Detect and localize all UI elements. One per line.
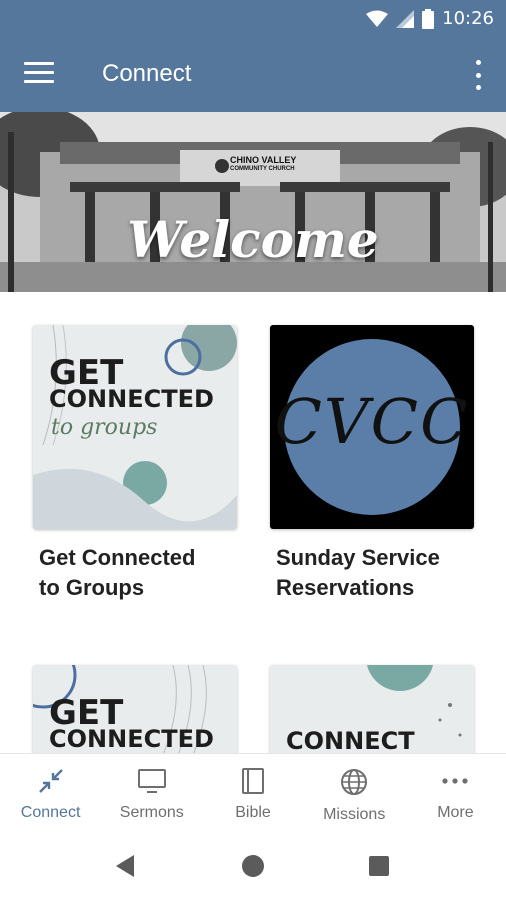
battery-icon — [422, 8, 435, 29]
back-icon[interactable] — [116, 855, 136, 877]
home-icon[interactable] — [242, 855, 264, 877]
cvcc-logo-thumbnail: CVCC — [270, 325, 474, 529]
card-title: Sunday Service Reservations — [270, 543, 474, 603]
status-icons: 10:26 — [366, 8, 494, 29]
nav-label: Connect — [20, 804, 81, 821]
welcome-title: Welcome — [127, 210, 379, 269]
card-get-connected-to-groups[interactable]: GET CONNECTED to groups Get Connected to… — [33, 325, 237, 603]
content-grid: GET CONNECTED to groups Get Connected to… — [0, 292, 506, 753]
nav-item-more[interactable]: More — [405, 754, 506, 833]
card-title-line-2: to Groups — [39, 575, 145, 600]
app-bar: Connect — [0, 38, 506, 112]
card-connect[interactable]: CONNECT — [270, 665, 474, 753]
card-title-line-1: Sunday Service — [276, 545, 440, 570]
nav-label: More — [437, 804, 474, 821]
thumb-line-connected: CONNECTED — [49, 725, 214, 753]
card-get-connected-2[interactable]: GET CONNECTED — [33, 665, 237, 753]
nav-label: Bible — [235, 804, 271, 821]
get-connected-thumbnail-2: GET CONNECTED — [33, 665, 237, 753]
status-bar: 10:26 — [0, 0, 506, 38]
system-navigation-bar — [0, 833, 506, 900]
thumb-line-to-groups: to groups — [51, 415, 158, 440]
nav-item-missions[interactable]: Missions — [304, 754, 405, 833]
church-sign-text: CHINO VALLEY COMMUNITY CHURCH — [230, 156, 296, 174]
get-connected-thumbnail: GET CONNECTED to groups — [33, 325, 237, 529]
card-title-line-1: Get Connected — [39, 545, 196, 570]
page-title: Connect — [102, 60, 192, 87]
monitor-icon — [137, 769, 166, 793]
recents-icon[interactable] — [369, 856, 389, 876]
thumb-line-connect: CONNECT — [286, 727, 415, 753]
signal-icon — [396, 9, 415, 28]
sign-line-2: COMMUNITY CHURCH — [230, 166, 295, 172]
sign-line-1: CHINO VALLEY — [230, 155, 297, 165]
thumb-line-connected: CONNECTED — [49, 385, 214, 413]
wifi-icon — [366, 10, 389, 27]
status-time: 10:26 — [442, 8, 494, 29]
card-sunday-service-reservations[interactable]: CVCC Sunday Service Reservations — [270, 325, 474, 603]
compress-arrows-icon — [38, 769, 63, 793]
nav-label: Missions — [323, 806, 386, 823]
welcome-banner[interactable]: CHINO VALLEY COMMUNITY CHURCH Welcome — [0, 112, 506, 292]
card-title-line-2: Reservations — [276, 575, 415, 600]
nav-item-bible[interactable]: Bible — [202, 754, 303, 833]
menu-icon[interactable] — [24, 62, 54, 86]
connect-thumbnail: CONNECT — [270, 665, 474, 753]
nav-label: Sermons — [119, 804, 184, 821]
more-vert-icon[interactable] — [472, 60, 484, 90]
globe-icon — [341, 769, 368, 795]
nav-item-sermons[interactable]: Sermons — [101, 754, 202, 833]
card-title: Get Connected to Groups — [33, 543, 237, 603]
book-icon — [242, 768, 264, 794]
cvcc-logo-text: CVCC — [274, 385, 470, 458]
more-horiz-icon — [442, 778, 469, 784]
bottom-navigation: Connect Sermons Bible Missions More — [0, 753, 506, 833]
nav-item-connect[interactable]: Connect — [0, 754, 101, 833]
